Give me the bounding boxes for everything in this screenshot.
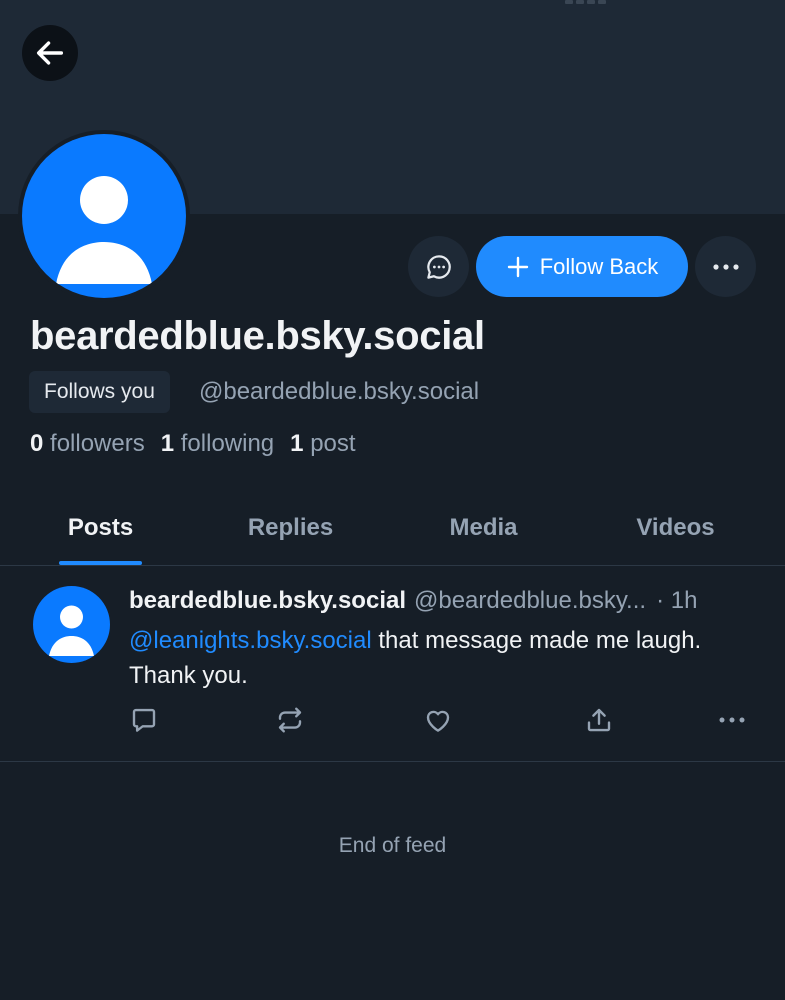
drag-handle bbox=[565, 0, 607, 4]
active-tab-indicator bbox=[59, 561, 142, 565]
post-actions bbox=[0, 703, 785, 737]
profile-more-button[interactable] bbox=[695, 236, 756, 297]
post-timestamp: · 1h bbox=[656, 587, 698, 614]
reply-button[interactable] bbox=[127, 703, 161, 737]
message-button[interactable] bbox=[408, 236, 469, 297]
profile-stats: 0 followers 1 following 1 post bbox=[30, 428, 356, 460]
post-header: beardedblue.bsky.social @beardedblue.bsk… bbox=[129, 585, 759, 617]
following-count: 1 bbox=[160, 430, 175, 457]
default-avatar-icon bbox=[22, 134, 186, 298]
tab-replies[interactable]: Replies bbox=[220, 490, 361, 565]
like-button[interactable] bbox=[421, 703, 455, 737]
end-of-feed-label: End of feed bbox=[338, 834, 447, 857]
post-author-avatar[interactable] bbox=[33, 586, 110, 663]
post-body: @leanights.bsky.social that message made… bbox=[129, 623, 749, 693]
profile-handle: @beardedblue.bsky.social bbox=[199, 378, 480, 405]
posts-count: 1 bbox=[290, 430, 304, 457]
ellipsis-icon bbox=[712, 263, 739, 270]
post-more-button[interactable] bbox=[715, 703, 749, 737]
plus-icon bbox=[507, 256, 528, 277]
ellipsis-icon bbox=[719, 717, 745, 723]
post-author-name[interactable]: beardedblue.bsky.social bbox=[129, 585, 406, 617]
chat-bubble-icon bbox=[426, 254, 451, 279]
reply-icon bbox=[132, 708, 156, 732]
followers-count: 0 bbox=[30, 430, 44, 457]
profile-avatar[interactable] bbox=[18, 130, 190, 302]
post-mention-link[interactable]: @leanights.bsky.social bbox=[129, 627, 372, 654]
posts-stat: 1 post bbox=[290, 428, 355, 460]
follow-back-label: Follow Back bbox=[539, 253, 659, 279]
arrow-left-icon bbox=[36, 41, 64, 65]
followers-stat[interactable]: 0 followers bbox=[30, 428, 145, 460]
followers-label: followers bbox=[50, 430, 145, 457]
post-author-handle[interactable]: @beardedblue.bsky... bbox=[414, 585, 646, 617]
tab-posts[interactable]: Posts bbox=[30, 490, 171, 565]
follow-back-button[interactable]: Follow Back bbox=[476, 236, 688, 297]
profile-tabs: Posts Replies Media Videos bbox=[0, 490, 785, 566]
tab-videos[interactable]: Videos bbox=[605, 490, 746, 565]
follows-you-badge: Follows you bbox=[29, 371, 170, 413]
profile-display-name: beardedblue.bsky.social bbox=[30, 314, 485, 358]
following-label: following bbox=[180, 430, 275, 457]
share-button[interactable] bbox=[582, 703, 616, 737]
posts-label: post bbox=[310, 430, 356, 457]
feed-post[interactable]: beardedblue.bsky.social @beardedblue.bsk… bbox=[0, 566, 785, 762]
back-button[interactable] bbox=[22, 25, 78, 81]
repost-icon bbox=[278, 707, 302, 733]
tab-media[interactable]: Media bbox=[413, 490, 554, 565]
repost-button[interactable] bbox=[273, 703, 307, 737]
share-icon bbox=[587, 708, 611, 732]
profile-screen: Follow Back beardedblue.bsky.social Foll… bbox=[0, 0, 785, 1000]
like-icon bbox=[426, 710, 450, 732]
following-stat[interactable]: 1 following bbox=[161, 428, 274, 460]
